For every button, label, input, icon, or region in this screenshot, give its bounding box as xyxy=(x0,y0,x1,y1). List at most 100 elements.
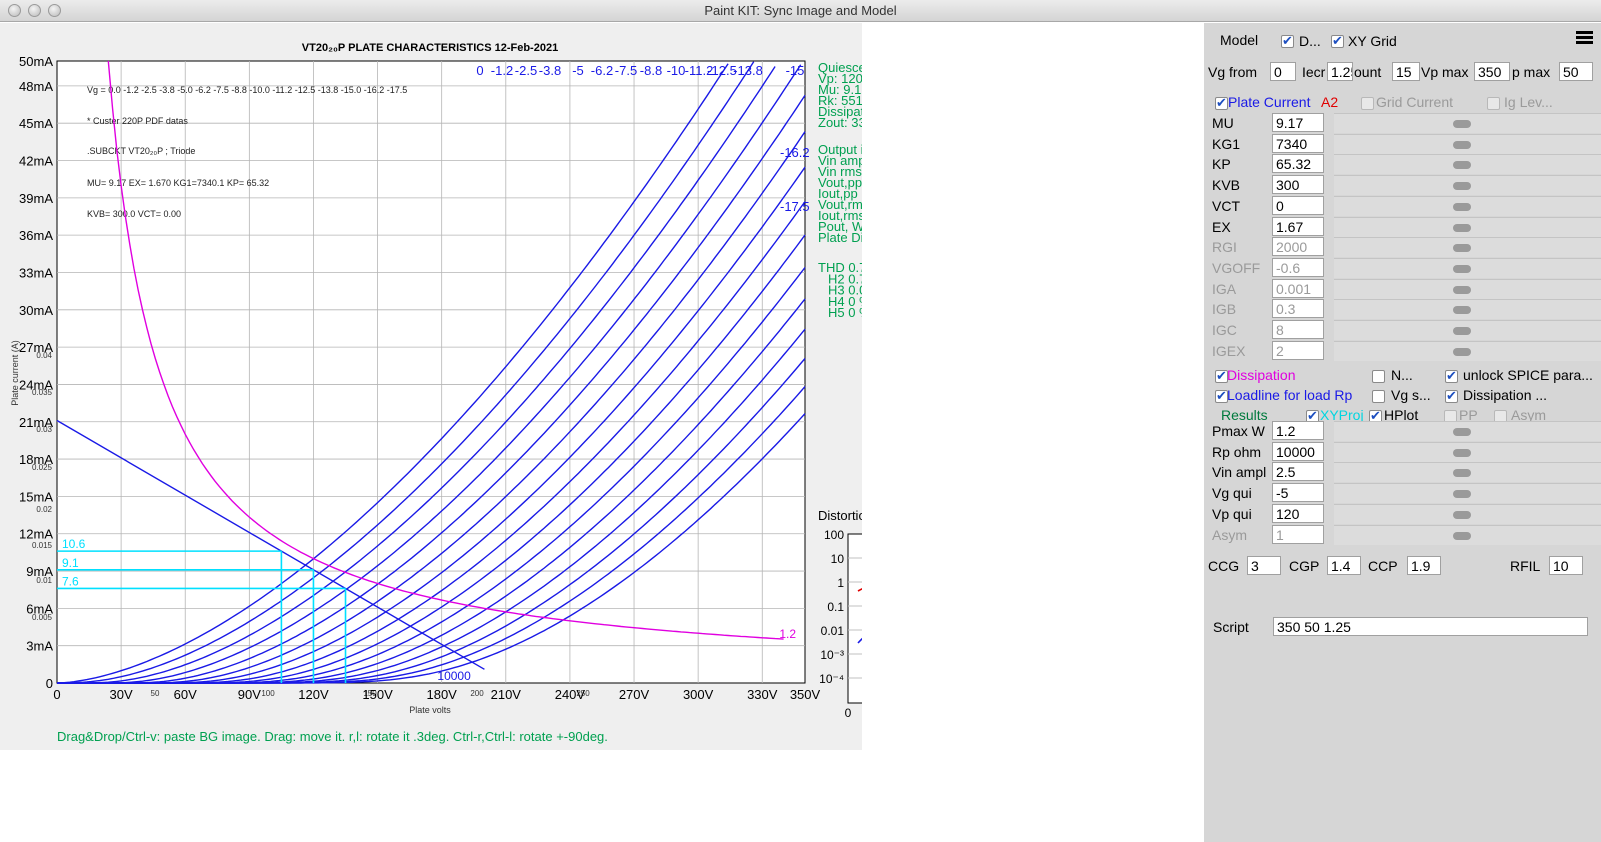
param-label-mu: MU xyxy=(1212,115,1234,131)
param-slider-thumb[interactable] xyxy=(1453,327,1471,335)
param-label-kg1: KG1 xyxy=(1212,135,1241,152)
param-slider-thumb[interactable] xyxy=(1453,306,1471,315)
param-input-kp[interactable]: 65.32 xyxy=(1272,154,1324,174)
param-slider[interactable] xyxy=(1334,299,1601,320)
d-checkbox[interactable] xyxy=(1281,33,1294,49)
result-slider[interactable] xyxy=(1334,524,1601,545)
param-input-kg1[interactable]: 7340 xyxy=(1272,133,1324,153)
grid-current-checkbox[interactable] xyxy=(1361,97,1374,110)
result-slider-thumb[interactable] xyxy=(1453,469,1471,478)
param-input-vct[interactable]: 0 xyxy=(1272,195,1324,215)
param-slider-thumb[interactable] xyxy=(1453,347,1471,356)
grid-voltage-label: -5 xyxy=(572,63,584,78)
rfil-input[interactable]: 10 xyxy=(1549,556,1583,575)
param-slider-thumb[interactable] xyxy=(1453,202,1471,211)
distortion-y-tick: 10⁻³ xyxy=(820,648,844,662)
grid-voltage-label: -10 xyxy=(667,63,686,78)
param-input-igc[interactable]: 8 xyxy=(1272,320,1324,339)
dissipation2-label: Dissipation ... xyxy=(1463,387,1548,403)
n-checkbox[interactable] xyxy=(1372,370,1385,383)
param-slider[interactable] xyxy=(1334,340,1601,361)
param-input-ex[interactable]: 1.67 xyxy=(1272,216,1324,236)
bg-annotation: .SUBCKT VT20₂₀P ; Triode xyxy=(87,146,195,156)
param-slider[interactable] xyxy=(1334,216,1601,237)
ip-max-input[interactable]: 50 xyxy=(1559,62,1593,81)
output-info: Plate Dissipation = 1.1 W xyxy=(818,230,862,245)
incr-input[interactable]: 1.25 xyxy=(1327,62,1353,81)
result-slider[interactable] xyxy=(1334,421,1601,441)
cgp-input[interactable]: 1.4 xyxy=(1327,556,1361,575)
count-input[interactable]: 15 xyxy=(1392,62,1420,81)
param-slider-thumb[interactable] xyxy=(1453,120,1471,128)
result-slider-thumb[interactable] xyxy=(1453,428,1471,436)
result-label-rp-ohm: Rp ohm xyxy=(1212,443,1262,460)
param-slider-thumb[interactable] xyxy=(1453,182,1471,191)
param-label-kp: KP xyxy=(1212,156,1231,173)
distortion-y-tick: 10 xyxy=(831,552,845,566)
menu-icon[interactable] xyxy=(1576,31,1593,45)
param-slider[interactable] xyxy=(1334,133,1601,154)
param-label-rgi: RGI xyxy=(1212,239,1237,256)
result-input-rp-ohm[interactable]: 10000 xyxy=(1272,441,1324,461)
vg-s-checkbox[interactable] xyxy=(1372,390,1385,403)
result-slider-thumb[interactable] xyxy=(1453,531,1471,540)
param-slider-thumb[interactable] xyxy=(1453,285,1471,294)
param-slider-thumb[interactable] xyxy=(1453,161,1471,170)
plate-current-checkbox[interactable] xyxy=(1215,95,1228,111)
ccg-label: CCG xyxy=(1208,558,1240,574)
result-slider[interactable] xyxy=(1334,441,1601,462)
param-slider[interactable] xyxy=(1334,154,1601,175)
result-slider-thumb[interactable] xyxy=(1453,510,1471,519)
result-slider-thumb[interactable] xyxy=(1453,490,1471,499)
result-input-vp-qui[interactable]: 120 xyxy=(1272,503,1324,523)
vg-from-input[interactable]: 0 xyxy=(1270,62,1296,81)
param-input-igb[interactable]: 0.3 xyxy=(1272,299,1324,319)
result-label-vin-ampl: Vin ampl xyxy=(1212,464,1267,481)
param-input-mu[interactable]: 9.17 xyxy=(1272,113,1324,132)
param-slider-thumb[interactable] xyxy=(1453,140,1471,149)
param-slider[interactable] xyxy=(1334,237,1601,258)
plot-area[interactable]: VT20₂₀P PLATE CHARACTERISTICS 12-Feb-202… xyxy=(0,23,862,750)
grid-voltage-label: -7.5 xyxy=(615,63,637,78)
ig-lev-checkbox[interactable] xyxy=(1487,97,1500,110)
param-slider[interactable] xyxy=(1334,278,1601,299)
param-slider-thumb[interactable] xyxy=(1453,244,1471,253)
script-input[interactable]: 350 50 1.25 xyxy=(1273,617,1588,636)
param-slider-thumb[interactable] xyxy=(1453,264,1471,273)
grid-voltage-label: -16.2 xyxy=(780,145,810,160)
param-input-igex[interactable]: 2 xyxy=(1272,340,1324,360)
x-tick-label: 240V xyxy=(555,687,586,702)
xy-grid-checkbox[interactable] xyxy=(1331,33,1344,49)
param-input-iga[interactable]: 0.001 xyxy=(1272,278,1324,298)
status-line: Drag&Drop/Ctrl-v: paste BG image. Drag: … xyxy=(57,729,608,744)
result-slider[interactable] xyxy=(1334,462,1601,483)
vp-max-input[interactable]: 350 xyxy=(1474,62,1510,81)
dissipation2-checkbox[interactable] xyxy=(1445,388,1458,404)
param-slider-thumb[interactable] xyxy=(1453,223,1471,232)
result-slider[interactable] xyxy=(1334,503,1601,524)
result-input-asym[interactable]: 1 xyxy=(1272,524,1324,544)
ccg-input[interactable]: 3 xyxy=(1247,556,1281,575)
result-slider[interactable] xyxy=(1334,483,1601,504)
param-input-rgi[interactable]: 2000 xyxy=(1272,237,1324,257)
grid-voltage-label: 0 xyxy=(476,63,483,78)
param-input-kvb[interactable]: 300 xyxy=(1272,175,1324,195)
incr-label: Iecr xyxy=(1302,64,1326,80)
param-slider[interactable] xyxy=(1334,175,1601,196)
ccp-input[interactable]: 1.9 xyxy=(1407,556,1441,575)
grid-voltage-label: -13.8 xyxy=(733,63,763,78)
rfil-label: RFIL xyxy=(1510,558,1541,574)
plate-characteristics-plot[interactable]: VT20₂₀P PLATE CHARACTERISTICS 12-Feb-202… xyxy=(0,23,862,750)
unlock-spice-checkbox[interactable] xyxy=(1445,368,1458,384)
result-slider-thumb[interactable] xyxy=(1453,448,1471,457)
param-input-vgoff[interactable]: -0.6 xyxy=(1272,257,1324,277)
result-input-pmax-w[interactable]: 1.2 xyxy=(1272,421,1324,440)
param-slider[interactable] xyxy=(1334,257,1601,278)
result-input-vg-qui[interactable]: -5 xyxy=(1272,483,1324,503)
param-slider[interactable] xyxy=(1334,195,1601,216)
param-slider[interactable] xyxy=(1334,320,1601,340)
x-tick-label: 60V xyxy=(174,687,197,702)
y-tick-label: 30mA xyxy=(19,303,53,318)
result-input-vin-ampl[interactable]: 2.5 xyxy=(1272,462,1324,482)
param-slider[interactable] xyxy=(1334,113,1601,133)
